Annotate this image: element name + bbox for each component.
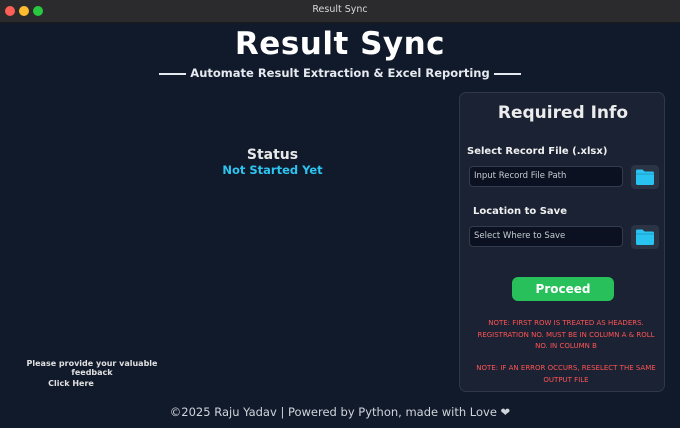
window-title: Result Sync xyxy=(312,4,368,15)
subtitle-text: Automate Result Extraction & Excel Repor… xyxy=(190,66,490,80)
app-subtitle: Automate Result Extraction & Excel Repor… xyxy=(0,66,680,80)
panel-title: Required Info xyxy=(497,103,629,123)
record-file-label: Select Record File (.xlsx) xyxy=(467,146,608,157)
footer-credit: ©2025 Raju Yadav | Powered by Python, ma… xyxy=(169,405,511,419)
note-headers: NOTE: FIRST ROW IS TREATED AS HEADERS. R… xyxy=(477,319,655,350)
save-location-label: Location to Save xyxy=(473,206,567,217)
feedback-link[interactable]: Click Here xyxy=(40,379,102,388)
subtitle-rule-left xyxy=(159,72,187,75)
status-value: Not Started Yet xyxy=(222,163,323,177)
note-error: NOTE: IF AN ERROR OCCURS, RESELECT THE S… xyxy=(476,364,656,384)
app-title: Result Sync xyxy=(234,26,446,62)
title-bar: Result Sync xyxy=(0,0,680,23)
browse-record-button[interactable] xyxy=(631,165,659,189)
app-window: Result Sync Result Sync Automate Result … xyxy=(0,0,680,428)
save-location-input[interactable]: Select Where to Save xyxy=(469,226,623,247)
record-file-input[interactable]: Input Record File Path xyxy=(469,166,623,187)
status-label: Status xyxy=(246,147,299,163)
feedback-text: Please provide your valuable feedback xyxy=(26,359,158,377)
browse-save-button[interactable] xyxy=(631,225,659,249)
proceed-button[interactable]: Proceed xyxy=(512,277,614,301)
folder-icon xyxy=(636,169,654,185)
required-info-panel: Required Info Select Record File (.xlsx)… xyxy=(459,92,665,392)
subtitle-rule-right xyxy=(493,72,521,75)
folder-icon xyxy=(636,229,654,245)
